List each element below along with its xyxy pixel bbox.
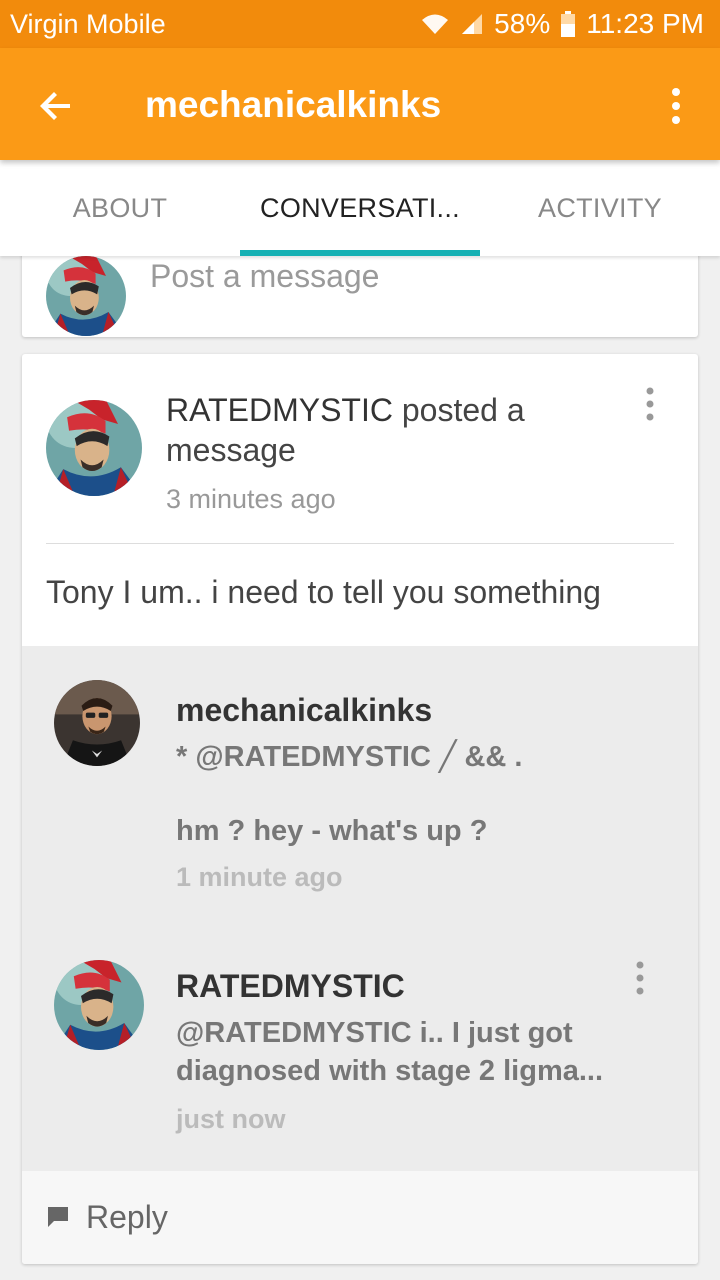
comment-text: @RATEDMYSTIC i.. I just got diagnosed wi… <box>176 1017 604 1087</box>
comment-timestamp: just now <box>176 1104 286 1134</box>
battery-percent: 58% <box>494 8 551 39</box>
post-author[interactable]: RATEDMYSTIC <box>166 392 393 428</box>
post-message-input[interactable]: Post a message <box>150 258 379 295</box>
comment-item: mechanicalkinks * @RATEDMYSTIC ╱ && . hm… <box>22 646 698 906</box>
comment-list: mechanicalkinks * @RATEDMYSTIC ╱ && . hm… <box>22 646 698 1171</box>
post-card: RATEDMYSTIC posted a message 3 minutes a… <box>22 354 698 1264</box>
post-body: Tony I um.. i need to tell you something <box>46 574 601 610</box>
comment-text-line: * @RATEDMYSTIC ╱ && . <box>176 741 523 773</box>
comment-icon <box>48 1207 68 1227</box>
more-vert-icon[interactable] <box>642 386 658 422</box>
app-bar: mechanicalkinks <box>0 48 720 160</box>
comment-author[interactable]: RATEDMYSTIC <box>176 968 405 1005</box>
tab-active-indicator <box>240 250 480 256</box>
more-vert-icon[interactable] <box>632 960 648 996</box>
battery-icon <box>561 11 576 37</box>
wifi-icon <box>422 14 449 34</box>
more-vert-icon[interactable] <box>666 86 686 126</box>
status-bar: Virgin Mobile 58% 11:23 PM <box>0 0 720 48</box>
tab-label: CONVERSATI... <box>260 192 460 223</box>
tab-label: ABOUT <box>72 192 168 223</box>
tab-label: ACTIVITY <box>538 192 662 223</box>
comment-author[interactable]: mechanicalkinks <box>176 692 432 729</box>
tab-about[interactable]: ABOUT <box>0 160 240 256</box>
arrow-back-icon[interactable] <box>36 86 76 126</box>
post-header: RATEDMYSTIC posted a message <box>166 390 586 470</box>
clock: 11:23 PM <box>586 8 704 39</box>
avatar <box>46 256 126 336</box>
reply-button[interactable]: Reply <box>22 1171 698 1264</box>
tab-bar: ABOUT CONVERSATI... ACTIVITY <box>0 160 720 256</box>
avatar[interactable] <box>46 400 142 496</box>
page-title: mechanicalkinks <box>145 84 442 125</box>
tab-conversation[interactable]: CONVERSATI... <box>240 160 480 256</box>
avatar[interactable] <box>54 960 144 1050</box>
carrier-name: Virgin Mobile <box>10 9 166 39</box>
avatar[interactable] <box>54 680 140 766</box>
reply-label: Reply <box>86 1199 168 1235</box>
tab-activity[interactable]: ACTIVITY <box>480 160 720 256</box>
divider <box>46 543 674 544</box>
comment-item: RATEDMYSTIC @RATEDMYSTIC i.. I just got … <box>22 926 698 1156</box>
signal-icon <box>462 14 483 34</box>
comment-text-line: hm ? hey - what's up ? <box>176 815 488 847</box>
post-timestamp: 3 minutes ago <box>166 484 336 514</box>
comment-timestamp: 1 minute ago <box>176 862 343 892</box>
